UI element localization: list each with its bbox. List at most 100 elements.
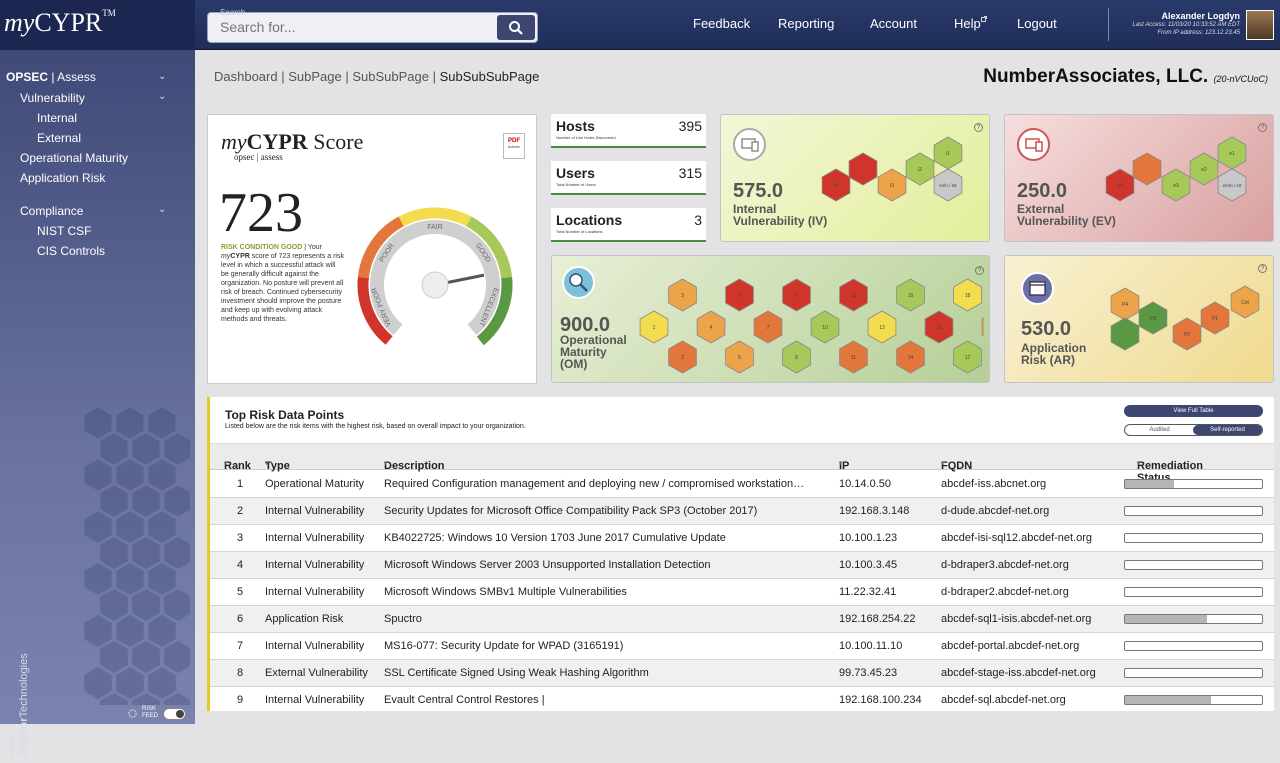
risk-feed-label: RISK FEED: [142, 706, 159, 719]
table-row[interactable]: 8 External Vulnerability SSL Certificate…: [210, 660, 1274, 687]
chevron-down-icon[interactable]: ⌄: [158, 71, 166, 82]
sidebar-item-operational-maturity[interactable]: Operational Maturity: [20, 151, 128, 165]
hex-cell[interactable]: i3: [877, 168, 907, 202]
score-subtitle: opsec | assess: [234, 152, 283, 162]
table-row[interactable]: 7 Internal Vulnerability MS16-077: Secur…: [210, 633, 1274, 660]
help-icon[interactable]: ?: [974, 123, 983, 132]
nav-reporting[interactable]: Reporting: [778, 16, 834, 31]
hex-cell[interactable]: P3: [1138, 301, 1168, 335]
hex-cell[interactable]: 8: [782, 340, 811, 374]
logo[interactable]: myCYPRTM: [0, 0, 195, 50]
sidebar-item-opsec[interactable]: OPSEC | Assess: [6, 70, 96, 84]
table-row[interactable]: 3 Internal Vulnerability KB4022725: Wind…: [210, 525, 1274, 552]
svg-text:9: 9: [795, 293, 798, 299]
svg-text:Crit: Crit: [1241, 300, 1249, 306]
sidebar-item-compliance[interactable]: Compliance: [20, 204, 83, 218]
sidebar-item-external[interactable]: External: [37, 131, 81, 145]
breadcrumb-dashboard[interactable]: Dashboard: [214, 69, 278, 84]
hex-cell[interactable]: 13: [867, 310, 897, 344]
hex-cell[interactable]: 6: [725, 278, 754, 312]
hex-cell[interactable]: 15: [896, 278, 925, 312]
panel-operational-maturity[interactable]: ? 900.0 Operational Maturity (OM) 12345678…: [551, 255, 990, 383]
nav-account[interactable]: Account: [870, 16, 917, 31]
sidebar: OPSEC | Assess ⌄ Vulnerability ⌄ Interna…: [0, 50, 195, 756]
chevron-down-icon[interactable]: ⌄: [158, 204, 166, 215]
audit-toggle[interactable]: Audited Self-reported: [1124, 424, 1263, 436]
help-icon[interactable]: ?: [1258, 123, 1267, 132]
help-icon[interactable]: ?: [1258, 264, 1267, 273]
hex-cell[interactable]: 11: [839, 340, 868, 374]
hex-cell[interactable]: 17: [953, 340, 982, 374]
cell-fqdn: d-dude.abcdef-net.org: [941, 505, 1050, 517]
toggle-self-reported[interactable]: Self-reported: [1193, 425, 1262, 435]
svg-text:3: 3: [681, 293, 684, 299]
cell-fqdn: abcdef-sql.abcdef-net.org: [941, 694, 1066, 706]
chevron-down-icon[interactable]: ⌄: [158, 91, 166, 102]
hex-cell[interactable]: e4: [1105, 168, 1135, 202]
svg-text:11: 11: [851, 355, 856, 361]
sidebar-item-cis-controls[interactable]: CIS Controls: [37, 244, 105, 258]
cell-rank: 6: [237, 613, 244, 625]
hex-cell[interactable]: i1: [933, 136, 963, 170]
hex-cell[interactable]: i4: [821, 168, 851, 202]
nav-help[interactable]: Help: [954, 16, 987, 31]
hex-cell[interactable]: 2: [668, 340, 697, 374]
table-row[interactable]: 6 Application Risk Spuctro 192.168.254.2…: [210, 606, 1274, 633]
table-row[interactable]: 9 Internal Vulnerability Evault Central …: [210, 687, 1274, 711]
table-row[interactable]: 5 Internal Vulnerability Microsoft Windo…: [210, 579, 1274, 606]
hex-cell[interactable]: 18: [953, 278, 982, 312]
hex-cell[interactable]: 19: [981, 311, 984, 343]
view-full-table-button[interactable]: View Full Table: [1124, 405, 1263, 417]
sidebar-item-internal[interactable]: Internal: [37, 111, 77, 125]
search-icon: [509, 21, 523, 35]
table-row[interactable]: 4 Internal Vulnerability Microsoft Windo…: [210, 552, 1274, 579]
hex-cell[interactable]: [1110, 317, 1140, 351]
sidebar-item-vulnerability[interactable]: Vulnerability: [20, 91, 85, 105]
hex-cell[interactable]: 12: [839, 278, 868, 312]
panel-external-vulnerability[interactable]: ? 250.0 External Vulnerability (EV) e4 e3 e…: [1004, 114, 1274, 242]
hex-cell[interactable]: i2: [905, 152, 935, 186]
hex-cell[interactable]: 7: [753, 310, 783, 344]
hex-cell[interactable]: 3: [668, 278, 697, 312]
hex-cell[interactable]: P1: [1200, 301, 1230, 335]
sidebar-item-nist-csf[interactable]: NIST CSF: [37, 224, 91, 238]
panel-application-risk[interactable]: ? 530.0 Application Risk (AR) P4 P3 P2 P1 Cri…: [1004, 255, 1274, 383]
hex-cell[interactable]: e1: [1217, 136, 1247, 170]
hex-cell[interactable]: 14: [896, 340, 925, 374]
hex-cell[interactable]: 5: [725, 340, 754, 374]
stat-users[interactable]: Users 315 Total Number of Users: [551, 161, 706, 195]
hex-cell[interactable]: 10: [810, 310, 840, 344]
hex-cell[interactable]: iInfo / 68: [933, 168, 963, 202]
hex-cell[interactable]: eInfo / 18: [1217, 168, 1247, 202]
cell-description: Evault Central Control Restores |: [384, 694, 545, 706]
hex-cell[interactable]: e2: [1189, 152, 1219, 186]
nav-logout[interactable]: Logout: [1017, 16, 1057, 31]
avatar[interactable]: [1246, 10, 1274, 40]
stat-hosts[interactable]: Hosts 395 Number of Live Hosts Discovered: [551, 114, 706, 148]
hex-cell[interactable]: 16: [924, 310, 954, 344]
table-row[interactable]: 1 Operational Maturity Required Configur…: [210, 471, 1274, 498]
toggle-audited[interactable]: Audited: [1125, 425, 1194, 435]
hex-cell[interactable]: [848, 152, 878, 186]
stat-locations[interactable]: Locations 3 Total Number of Locations: [551, 208, 706, 242]
search-button[interactable]: [497, 15, 535, 40]
sidebar-item-application-risk[interactable]: Application Risk: [20, 171, 105, 185]
table-row[interactable]: 2 Internal Vulnerability Security Update…: [210, 498, 1274, 525]
risk-feed-toggle[interactable]: [163, 708, 186, 720]
breadcrumb-subpage[interactable]: SubPage: [288, 69, 342, 84]
pdf-icon[interactable]: PDF Adobe: [503, 133, 525, 159]
panel-internal-vulnerability[interactable]: ? 575.0 Internal Vulnerability (IV) i4 i3 i…: [720, 114, 990, 242]
cell-rank: 5: [237, 586, 244, 598]
hex-cell[interactable]: P4: [1110, 287, 1140, 321]
nav-feedback[interactable]: Feedback: [693, 16, 750, 31]
hex-cell[interactable]: 9: [782, 278, 811, 312]
hex-cell[interactable]: P2: [1172, 317, 1202, 351]
hex-cell[interactable]: e3: [1161, 168, 1191, 202]
hex-cell[interactable]: [1132, 152, 1162, 186]
hex-cell[interactable]: Crit: [1230, 285, 1260, 319]
search-input[interactable]: [220, 19, 490, 35]
hex-cell[interactable]: 1: [639, 310, 669, 344]
hex-cell[interactable]: 4: [696, 310, 726, 344]
svg-text:7: 7: [767, 325, 770, 331]
breadcrumb-subsubpage[interactable]: SubSubPage: [352, 69, 429, 84]
